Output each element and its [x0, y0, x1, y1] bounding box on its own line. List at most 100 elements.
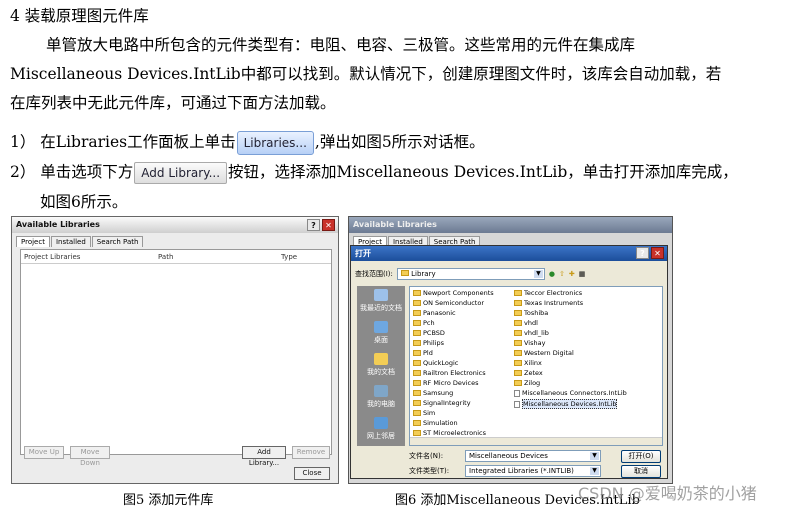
column-path[interactable]: Path — [158, 253, 173, 261]
list-item[interactable]: Panasonic — [413, 309, 456, 317]
list-item[interactable]: Teccor Electronics — [514, 289, 582, 297]
list-item[interactable]: Xilinx — [514, 359, 542, 367]
open-dialog-title: 打开 — [355, 249, 371, 258]
horizontal-scrollbar[interactable] — [410, 437, 662, 445]
tab-installed[interactable]: Installed — [50, 236, 91, 247]
folder-icon — [413, 370, 421, 376]
list-item[interactable]: ON Semiconductor — [413, 299, 484, 307]
list-item[interactable]: Samsung — [413, 389, 453, 397]
my-computer-icon — [374, 385, 388, 397]
list-item[interactable]: Railtron Electronics — [413, 369, 486, 377]
list-item[interactable]: Miscellaneous Connectors.IntLib — [514, 389, 627, 397]
recent-docs-icon — [374, 289, 388, 301]
look-in-select[interactable]: Library ▼ — [396, 268, 545, 280]
open-dialog-titlebar: 打开 ? ✕ — [351, 246, 667, 261]
step-2-text-end: 按钮，选择添加Miscellaneous Devices.IntLib，单击打开… — [228, 163, 738, 181]
tab-project[interactable]: Project — [16, 236, 50, 247]
place-my-documents[interactable]: 我的文档 — [357, 350, 405, 382]
dialog-titlebar: Available Libraries ? ✕ — [12, 217, 338, 233]
list-item[interactable]: Western Digital — [514, 349, 574, 357]
folder-icon — [413, 390, 421, 396]
library-list[interactable]: Project Libraries Path Type — [20, 249, 332, 455]
list-item[interactable]: PCBSD — [413, 329, 445, 337]
place-my-computer[interactable]: 我的电脑 — [357, 382, 405, 414]
my-documents-icon — [374, 353, 388, 365]
help-icon[interactable]: ? — [307, 219, 320, 231]
paragraph-line-1: 单管放大电路中所包含的元件类型有：电阻、电容、三极管。这些常用的元件在集成库 — [46, 36, 636, 54]
desktop-icon — [374, 321, 388, 333]
add-library-button[interactable]: Add Library... — [242, 446, 286, 467]
list-item[interactable]: QuickLogic — [413, 359, 458, 367]
folder-icon — [413, 400, 421, 406]
filename-row: 文件名(N): Miscellaneous Devices ▼ — [409, 450, 601, 462]
filename-input[interactable]: Miscellaneous Devices ▼ — [465, 450, 601, 462]
list-item[interactable]: Zilog — [514, 379, 540, 387]
paragraph-line-3: 在库列表中无此元件库，可通过下面方法加载。 — [10, 94, 336, 112]
step-2-text: 2） 单击选项下方 — [10, 163, 134, 181]
list-item[interactable]: ST Microelectronics — [413, 429, 486, 437]
list-item[interactable]: Pch — [413, 319, 435, 327]
move-down-button[interactable]: Move Down — [70, 446, 110, 467]
folder-icon — [413, 320, 421, 326]
list-item[interactable]: Simulation — [413, 419, 458, 427]
folder-icon — [413, 360, 421, 366]
list-item[interactable]: Philips — [413, 339, 444, 347]
list-item[interactable]: RF Micro Devices — [413, 379, 479, 387]
list-item[interactable]: Pld — [413, 349, 433, 357]
column-project-libraries[interactable]: Project Libraries — [24, 253, 80, 261]
column-type[interactable]: Type — [281, 253, 297, 261]
step-1-text-end: ,弹出如图5所示对话框。 — [314, 133, 485, 151]
list-item[interactable]: vhdl — [514, 319, 538, 327]
network-icon — [374, 417, 388, 429]
bg-titlebar: Available Libraries — [349, 217, 672, 233]
up-folder-icon[interactable]: ⇧ — [559, 270, 565, 278]
folder-icon — [514, 340, 522, 346]
list-item[interactable]: Texas Instruments — [514, 299, 583, 307]
open-button[interactable]: 打开(O) — [621, 450, 661, 463]
list-item[interactable]: Toshiba — [514, 309, 548, 317]
folder-icon — [514, 380, 522, 386]
chevron-down-icon[interactable]: ▼ — [590, 452, 599, 460]
filetype-select[interactable]: Integrated Libraries (*.INTLIB) ▼ — [465, 465, 601, 477]
folder-icon — [413, 330, 421, 336]
place-network[interactable]: 网上邻居 — [357, 414, 405, 446]
place-desktop[interactable]: 桌面 — [357, 318, 405, 350]
list-item[interactable]: vhdl_lib — [514, 329, 549, 337]
new-folder-icon[interactable]: ✚ — [569, 270, 575, 278]
close-button[interactable]: Close — [294, 467, 330, 480]
file-list[interactable]: Newport Components ON Semiconductor Pana… — [409, 286, 663, 446]
folder-icon — [413, 420, 421, 426]
list-item[interactable]: SignalIntegrity — [413, 399, 471, 407]
list-item[interactable]: Zetex — [514, 369, 543, 377]
step-1-text: 1） 在Libraries工作面板上单击 — [10, 133, 236, 151]
tab-search-path[interactable]: Search Path — [91, 236, 144, 247]
folder-icon — [400, 270, 409, 276]
step-2-continued: 如图6所示。 — [40, 193, 128, 211]
help-icon[interactable]: ? — [636, 247, 649, 259]
chevron-down-icon[interactable]: ▼ — [590, 467, 599, 475]
available-libraries-dialog: Available Libraries ? ✕ Project Installed… — [11, 216, 339, 484]
cancel-button[interactable]: 取消 — [621, 465, 661, 478]
list-item[interactable]: Sim — [413, 409, 435, 417]
filename-label: 文件名(N): — [409, 452, 444, 460]
list-item-selected[interactable]: Miscellaneous Devices.IntLib — [514, 399, 618, 409]
folder-icon — [514, 350, 522, 356]
close-icon[interactable]: ✕ — [651, 247, 664, 259]
move-up-button[interactable]: Move Up — [24, 446, 64, 459]
view-menu-icon[interactable]: ▦ — [579, 270, 586, 278]
paragraph-line-2: Miscellaneous Devices.IntLib中都可以找到。默认情况下… — [10, 65, 722, 83]
place-recent[interactable]: 我最近的文档 — [357, 286, 405, 318]
add-library-button-image: Add Library... — [134, 162, 228, 184]
list-item[interactable]: Newport Components — [413, 289, 494, 297]
back-icon[interactable]: ● — [549, 270, 555, 278]
folder-icon — [413, 380, 421, 386]
close-icon[interactable]: ✕ — [322, 219, 335, 231]
file-icon — [514, 400, 520, 408]
folder-icon — [514, 370, 522, 376]
remove-button[interactable]: Remove — [292, 446, 330, 459]
chevron-down-icon[interactable]: ▼ — [533, 270, 543, 278]
list-item[interactable]: Vishay — [514, 339, 545, 347]
folder-icon — [514, 360, 522, 366]
folder-icon — [514, 320, 522, 326]
folder-icon — [413, 290, 421, 296]
